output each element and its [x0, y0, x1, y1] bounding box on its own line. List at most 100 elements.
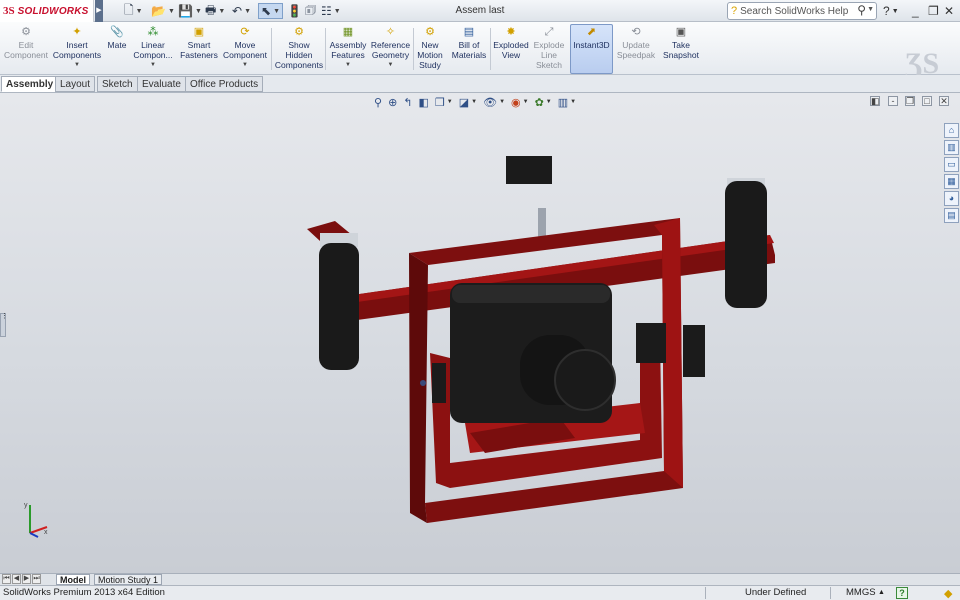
graphics-area[interactable]: ⚲ ⊕ ↰ ◧ ❒ ▼ ◪ ▼ 👁 ▼ ◉ ▼ ✿ ▼ ▥ ▼ ◧ ‐ ❐ □ ✕ ⋮ ⌂ … — [0, 93, 960, 573]
minimize-icon[interactable]: _ — [912, 3, 919, 19]
tab-model[interactable]: Model — [56, 574, 90, 585]
help-question-icon: ? — [731, 5, 738, 17]
status-bar: SolidWorks Premium 2013 x64 Edition Unde… — [0, 585, 960, 600]
smart-fasteners-button[interactable]: ▣ Smart Fasteners — [178, 25, 220, 74]
help-icon[interactable]: ? ▼ — [883, 3, 899, 19]
command-manager-tabs: Assembly Layout Sketch Evaluate Office P… — [0, 75, 960, 93]
units-indicator[interactable]: MMGS — [846, 586, 876, 600]
smart-fasteners-icon: ▣ — [193, 26, 205, 38]
vertical-shaft — [538, 208, 546, 240]
chevron-down-icon[interactable]: ▼ — [242, 60, 248, 70]
separator — [490, 28, 491, 70]
show-hidden-icon: ⚙ — [294, 26, 304, 38]
roll-servo-motor[interactable] — [683, 325, 705, 377]
assembly-features-button[interactable]: ▦ Assembly Features ▼ — [328, 25, 368, 74]
separator — [705, 587, 706, 599]
svg-text:y: y — [24, 502, 28, 509]
command-manager: ⚙ Edit Component ✦ Insert Components ▼ 📎… — [0, 22, 960, 80]
rebuild-status-icon[interactable]: ◆ — [944, 587, 952, 600]
mate-button[interactable]: 📎 Mate — [103, 25, 131, 74]
last-tab-icon[interactable]: ⏭ — [32, 574, 41, 584]
help-status-icon[interactable]: ? — [896, 587, 908, 599]
left-grip-handle[interactable] — [319, 243, 359, 370]
search-icon[interactable]: ⚲ — [857, 3, 866, 17]
snapshot-icon: ▣ — [675, 26, 687, 38]
svg-text:x: x — [44, 529, 48, 536]
coordinate-triad: x y — [24, 502, 48, 538]
open-icon[interactable]: 📂 ▼ — [151, 3, 175, 19]
tab-evaluate[interactable]: Evaluate — [137, 76, 186, 92]
new-document-icon[interactable]: 🗋 ▼ — [124, 3, 143, 19]
insert-components-button[interactable]: ✦ Insert Components ▼ — [52, 25, 102, 74]
tab-layout[interactable]: Layout — [55, 76, 96, 92]
show-hidden-components-button[interactable]: ⚙ Show Hidden Components — [275, 25, 323, 74]
new-motion-study-button[interactable]: ⚙ New Motion Study — [415, 25, 445, 74]
exploded-view-icon: ✸ — [506, 26, 516, 38]
separator — [413, 28, 414, 70]
linear-pattern-icon: ⁂ — [147, 26, 159, 38]
explode-line-sketch-button[interactable]: ⤢ Explode Line Sketch — [532, 25, 566, 74]
chevron-down-icon[interactable]: ▼ — [867, 6, 874, 13]
edit-component-button[interactable]: ⚙ Edit Component — [4, 25, 48, 74]
move-component-icon: ⟳ — [240, 26, 250, 38]
motion-study-icon: ⚙ — [425, 26, 435, 38]
tab-scroll-arrows[interactable]: ⏮ ◀ ▶ ⏭ — [2, 574, 41, 584]
right-grip-handle[interactable] — [725, 181, 767, 308]
edition-text: SolidWorks Premium 2013 x64 Edition — [3, 587, 165, 598]
separator — [325, 28, 326, 70]
search-input[interactable]: Search SolidWorks Help — [740, 6, 848, 17]
rebuild-icon[interactable]: 🚦 — [287, 3, 302, 19]
chevron-down-icon[interactable]: ▼ — [388, 60, 394, 70]
tab-assembly[interactable]: Assembly — [1, 76, 59, 92]
save-icon[interactable]: 💾 ▼ — [178, 3, 202, 19]
definition-status: Under Defined — [745, 587, 807, 598]
tab-office-products[interactable]: Office Products — [185, 76, 264, 92]
select-icon[interactable]: ⬉ ▼ — [258, 3, 283, 19]
bill-of-materials-button[interactable]: ▤ Bill of Materials — [450, 25, 488, 74]
tab-sketch[interactable]: Sketch — [97, 76, 138, 92]
linear-pattern-button[interactable]: ⁂ Linear Compon... ▼ — [133, 25, 173, 74]
outer-frame-left-rail — [409, 253, 428, 523]
instant3d-button[interactable]: ⬈ Instant3D — [570, 24, 613, 74]
title-bar: 3S SOLIDWORKS ▶ 🗋 ▼ 📂 ▼ 💾 ▼ 🖶 ▼ ↶ ▼ ⬉ ▼ 🚦 🗊 ☷ ▼… — [0, 0, 960, 22]
update-speedpak-button[interactable]: ⟲ Update Speedpak — [616, 25, 656, 74]
assembly-model[interactable]: x y — [0, 93, 960, 573]
separator — [830, 587, 831, 599]
reference-geometry-button[interactable]: ✧ Reference Geometry ▼ — [369, 25, 412, 74]
model-tabs-bar: ⏮ ◀ ▶ ⏭ Model Motion Study 1 — [0, 573, 960, 585]
right-servo-motor[interactable] — [636, 323, 666, 363]
take-snapshot-button[interactable]: ▣ Take Snapshot — [660, 25, 702, 74]
assembly-features-icon: ▦ — [342, 26, 354, 38]
bom-icon: ▤ — [463, 26, 475, 38]
close-icon[interactable]: ✕ — [944, 3, 954, 19]
mate-icon: 📎 — [110, 26, 124, 38]
camera-lens-front[interactable] — [554, 349, 616, 411]
next-tab-icon[interactable]: ▶ — [22, 574, 31, 584]
insert-components-icon: ✦ — [72, 26, 82, 38]
camera-top-edge — [452, 285, 610, 303]
units-menu-icon[interactable]: ▲ — [878, 586, 885, 600]
instant3d-icon: ⬈ — [586, 26, 597, 38]
restore-icon[interactable]: ❐ — [928, 3, 939, 19]
speedpak-icon: ⟲ — [631, 26, 641, 38]
menu-expand-arrow-icon[interactable]: ▶ — [95, 0, 103, 22]
solidworks-logo[interactable]: 3S SOLIDWORKS — [0, 0, 94, 22]
exploded-view-button[interactable]: ✸ Exploded View — [492, 25, 530, 74]
tab-motion-study-1[interactable]: Motion Study 1 — [94, 574, 163, 585]
print-icon[interactable]: 🖶 ▼ — [205, 3, 225, 19]
first-tab-icon[interactable]: ⏮ — [2, 574, 11, 584]
prev-tab-icon[interactable]: ◀ — [12, 574, 21, 584]
ds-logo-mark: 3S — [3, 5, 15, 17]
chevron-down-icon[interactable]: ▼ — [74, 60, 80, 70]
separator — [271, 28, 272, 70]
options-icon[interactable]: ☷ ▼ — [321, 3, 341, 19]
undo-icon[interactable]: ↶ ▼ — [232, 3, 251, 19]
chevron-down-icon[interactable]: ▼ — [345, 60, 351, 70]
file-properties-icon[interactable]: 🗊 — [305, 3, 316, 19]
move-component-button[interactable]: ⟳ Move Component ▼ — [222, 25, 268, 74]
reference-geometry-icon: ✧ — [385, 26, 396, 38]
left-pivot — [432, 363, 446, 403]
top-servo-motor[interactable] — [506, 156, 552, 184]
help-search-box[interactable]: ? Search SolidWorks Help ⚲ ▼ — [727, 2, 877, 20]
chevron-down-icon[interactable]: ▼ — [150, 60, 156, 70]
